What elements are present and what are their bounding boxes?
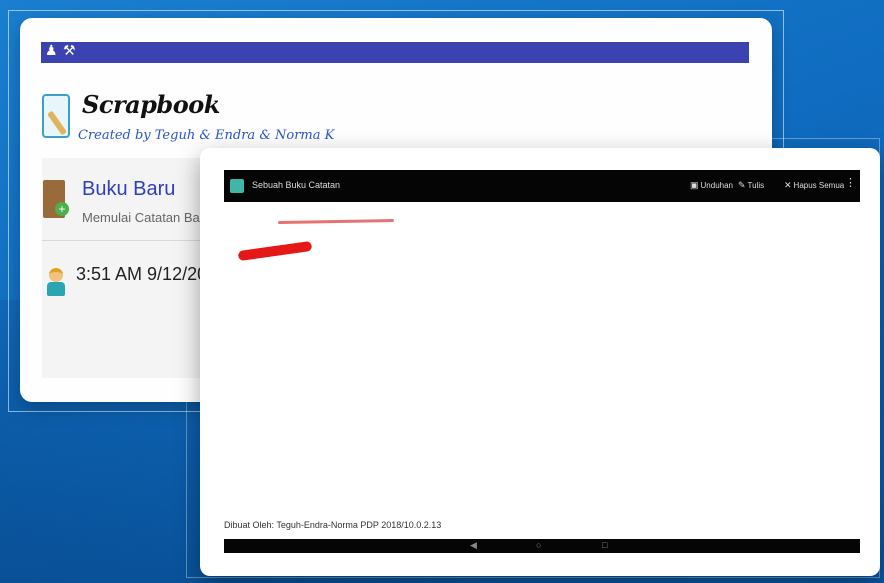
entry-timestamp[interactable]: 3:51 AM 9/12/201 [76, 264, 206, 285]
clear-all-button[interactable]: ✕ Hapus Semua [784, 180, 844, 191]
pencil-icon: ✎ [738, 180, 746, 190]
home-icon[interactable]: ○ [536, 541, 541, 550]
app-title: Scrapbook [82, 90, 220, 119]
back-icon[interactable]: ◀ [470, 541, 477, 550]
app-bar: ♟ ⚒ [41, 42, 749, 63]
user-avatar-icon [46, 268, 66, 296]
notebook-window: Sebuah Buku Catatan ▣ Unduhan ✎ Tulis ✕ Hap… [200, 148, 880, 576]
drawn-stroke-thick [237, 240, 313, 262]
scrapbook-logo-icon [42, 94, 70, 138]
notebook-titlebar: Sebuah Buku Catatan ▣ Unduhan ✎ Tulis ✕ Hap… [224, 170, 860, 202]
notebook-icon [230, 179, 244, 193]
drawn-stroke-thin [277, 218, 395, 225]
new-book-icon[interactable] [43, 180, 69, 218]
notebook-title: Sebuah Buku Catatan [252, 180, 341, 190]
download-button[interactable]: ▣ Unduhan [690, 180, 733, 191]
write-button[interactable]: ✎ Tulis [738, 180, 764, 191]
new-book-title[interactable]: Buku Baru [82, 178, 175, 201]
close-icon: ✕ [784, 180, 792, 190]
more-vert-icon[interactable]: ⋮ [845, 178, 856, 189]
image-icon: ▣ [690, 180, 699, 190]
person-icon[interactable]: ♟ [45, 43, 58, 57]
recents-icon[interactable]: □ [602, 541, 607, 550]
android-nav-bar: ◀ ○ □ [224, 539, 860, 553]
tools-icon[interactable]: ⚒ [63, 43, 76, 57]
new-book-subtitle: Memulai Catatan Bar [82, 210, 202, 225]
app-credit: Created by Teguh & Endra & Norma K [78, 128, 335, 143]
footer-credit: Dibuat Oleh: Teguh-Endra-Norma PDP 2018/… [224, 520, 442, 530]
